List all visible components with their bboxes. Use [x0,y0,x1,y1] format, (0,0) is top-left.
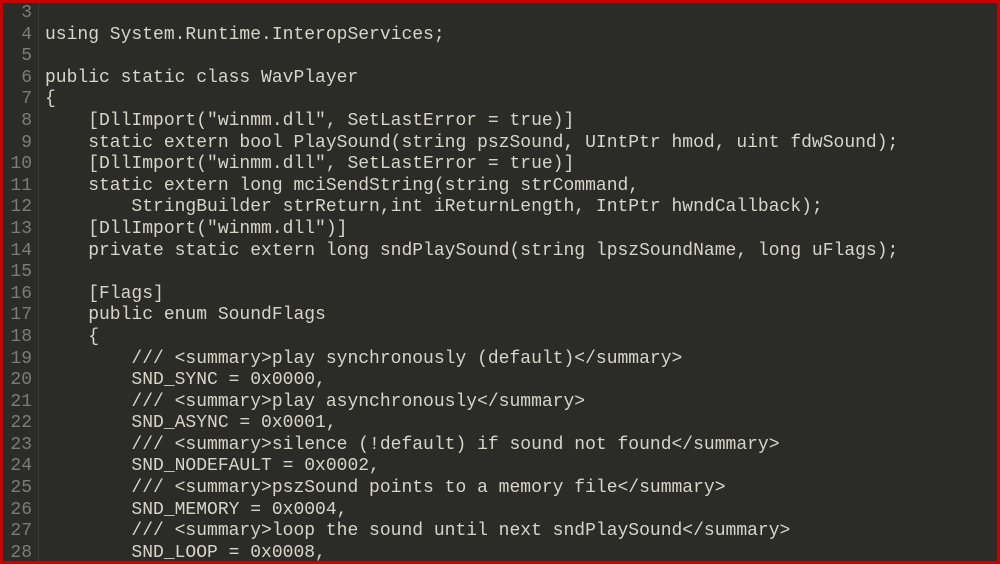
editor-frame: 3456789101112131415161718192021222324252… [0,0,1000,564]
line-number: 11 [3,176,32,198]
line-number: 9 [3,133,32,155]
code-line[interactable]: { [45,89,997,111]
line-number: 25 [3,478,32,500]
line-number: 22 [3,413,32,435]
line-number: 13 [3,219,32,241]
code-line[interactable]: { [45,327,997,349]
code-line[interactable]: /// <summary>silence (!default) if sound… [45,435,997,457]
line-number: 23 [3,435,32,457]
line-number-gutter: 3456789101112131415161718192021222324252… [3,3,38,561]
line-number: 27 [3,521,32,543]
code-line[interactable]: [DllImport("winmm.dll")] [45,219,997,241]
code-line[interactable]: SND_MEMORY = 0x0004, [45,500,997,522]
code-line[interactable]: /// <summary>play asynchronously</summar… [45,392,997,414]
code-line[interactable]: SND_SYNC = 0x0000, [45,370,997,392]
code-line[interactable] [45,262,997,284]
code-line[interactable] [45,3,997,25]
line-number: 18 [3,327,32,349]
line-number: 5 [3,46,32,68]
line-number: 4 [3,25,32,47]
code-line[interactable]: private static extern long sndPlaySound(… [45,241,997,263]
line-number: 6 [3,68,32,90]
line-number: 17 [3,305,32,327]
code-line[interactable]: SND_LOOP = 0x0008, [45,543,997,561]
code-line[interactable]: [DllImport("winmm.dll", SetLastError = t… [45,111,997,133]
line-number: 20 [3,370,32,392]
line-number: 28 [3,543,32,564]
line-number: 15 [3,262,32,284]
code-line[interactable]: static extern bool PlaySound(string pszS… [45,133,997,155]
code-line[interactable]: static extern long mciSendString(string … [45,176,997,198]
line-number: 19 [3,349,32,371]
code-line[interactable]: /// <summary>pszSound points to a memory… [45,478,997,500]
code-line[interactable]: using System.Runtime.InteropServices; [45,25,997,47]
line-number: 16 [3,284,32,306]
line-number: 26 [3,500,32,522]
line-number: 3 [3,3,32,25]
line-number: 14 [3,241,32,263]
line-number: 10 [3,154,32,176]
code-line[interactable]: StringBuilder strReturn,int iReturnLengt… [45,197,997,219]
code-line[interactable]: SND_NODEFAULT = 0x0002, [45,456,997,478]
line-number: 8 [3,111,32,133]
code-line[interactable]: /// <summary>loop the sound until next s… [45,521,997,543]
code-line[interactable] [45,46,997,68]
code-line[interactable]: /// <summary>play synchronously (default… [45,349,997,371]
line-number: 21 [3,392,32,414]
code-line[interactable]: public static class WavPlayer [45,68,997,90]
code-line[interactable]: [DllImport("winmm.dll", SetLastError = t… [45,154,997,176]
code-line[interactable]: public enum SoundFlags [45,305,997,327]
line-number: 24 [3,456,32,478]
code-line[interactable]: [Flags] [45,284,997,306]
line-number: 12 [3,197,32,219]
code-line[interactable]: SND_ASYNC = 0x0001, [45,413,997,435]
editor-area: 3456789101112131415161718192021222324252… [3,3,997,561]
code-content[interactable]: using System.Runtime.InteropServices; pu… [39,3,997,561]
line-number: 7 [3,89,32,111]
